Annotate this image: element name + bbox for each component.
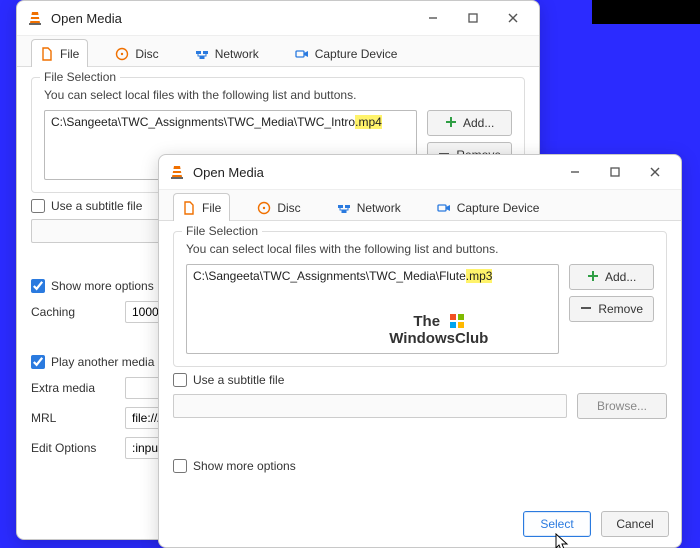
- use-subtitle-label: Use a subtitle file: [193, 373, 284, 387]
- select-label: Select: [540, 517, 573, 531]
- group-label: File Selection: [182, 224, 262, 238]
- file-icon: [40, 47, 54, 61]
- caching-label: Caching: [31, 305, 117, 319]
- file-selection-hint: You can select local files with the foll…: [44, 88, 512, 102]
- play-another-label: Play another media sy: [51, 355, 170, 369]
- vlc-icon: [27, 10, 43, 26]
- close-button[interactable]: [493, 4, 533, 32]
- tab-disc[interactable]: Disc: [248, 193, 309, 221]
- tab-label: Disc: [135, 47, 158, 61]
- maximize-button[interactable]: [595, 158, 635, 186]
- tab-label: Network: [357, 201, 401, 215]
- titlebar: Open Media: [159, 155, 681, 189]
- tab-label: Capture Device: [315, 47, 398, 61]
- capture-icon: [437, 201, 451, 215]
- open-media-window-2: Open Media File Disc Network Capture Dev…: [158, 154, 682, 548]
- tab-disc[interactable]: Disc: [106, 39, 167, 67]
- mrl-label: MRL: [31, 411, 117, 425]
- tab-label: Capture Device: [457, 201, 540, 215]
- file-selection-hint: You can select local files with the foll…: [186, 242, 654, 256]
- show-more-label: Show more options: [193, 459, 296, 473]
- watermark-line2: WindowsClub: [389, 331, 488, 348]
- use-subtitle-label: Use a subtitle file: [51, 199, 142, 213]
- extra-media-label: Extra media: [31, 381, 117, 395]
- tab-file[interactable]: File: [173, 193, 230, 221]
- disc-icon: [257, 201, 271, 215]
- window-title: Open Media: [51, 11, 413, 26]
- remove-label: Remove: [598, 302, 643, 316]
- select-button[interactable]: Select: [523, 511, 591, 537]
- network-icon: [195, 47, 209, 61]
- group-label: File Selection: [40, 70, 120, 84]
- vlc-icon: [169, 164, 185, 180]
- tab-capture[interactable]: Capture Device: [428, 193, 549, 221]
- plus-icon: [445, 116, 457, 131]
- disc-icon: [115, 47, 129, 61]
- tab-label: File: [202, 201, 221, 215]
- add-button[interactable]: Add...: [569, 264, 654, 290]
- windows-logo-icon: [450, 314, 464, 328]
- window-title: Open Media: [193, 165, 555, 180]
- tab-network[interactable]: Network: [186, 39, 268, 67]
- tab-label: Network: [215, 47, 259, 61]
- file-path-ext-highlight: .mp4: [355, 115, 382, 129]
- cancel-label: Cancel: [616, 517, 653, 531]
- cancel-button[interactable]: Cancel: [601, 511, 669, 537]
- add-button[interactable]: Add...: [427, 110, 512, 136]
- plus-icon: [587, 270, 599, 285]
- source-tabs: File Disc Network Capture Device: [159, 189, 681, 221]
- file-path-prefix: C:\Sangeeta\TWC_Assignments\TWC_Media\TW…: [51, 115, 355, 129]
- browse-label: Browse...: [597, 399, 647, 413]
- file-icon: [182, 201, 196, 215]
- file-selection-group: File Selection You can select local file…: [173, 231, 667, 367]
- edit-options-label: Edit Options: [31, 441, 117, 455]
- watermark: The WindowsClub: [389, 312, 488, 347]
- watermark-line1: The: [413, 313, 440, 330]
- remove-button[interactable]: Remove: [569, 296, 654, 322]
- add-label: Add...: [605, 270, 636, 284]
- tab-capture[interactable]: Capture Device: [286, 39, 407, 67]
- add-label: Add...: [463, 116, 494, 130]
- file-path-ext-highlight: .mp3: [466, 269, 493, 283]
- subtitle-path-input[interactable]: [173, 394, 567, 418]
- network-icon: [337, 201, 351, 215]
- file-path-prefix: C:\Sangeeta\TWC_Assignments\TWC_Media\Fl…: [193, 269, 466, 283]
- minimize-button[interactable]: [413, 4, 453, 32]
- dialog-footer: Select Cancel: [523, 511, 669, 537]
- show-more-options-checkbox[interactable]: Show more options: [173, 459, 667, 473]
- tab-label: File: [60, 47, 79, 61]
- tab-label: Disc: [277, 201, 300, 215]
- tab-file[interactable]: File: [31, 39, 88, 67]
- file-list[interactable]: C:\Sangeeta\TWC_Assignments\TWC_Media\Fl…: [186, 264, 559, 354]
- source-tabs: File Disc Network Capture Device: [17, 35, 539, 67]
- capture-icon: [295, 47, 309, 61]
- tab-network[interactable]: Network: [328, 193, 410, 221]
- show-more-label: Show more options: [51, 279, 154, 293]
- minus-icon: [580, 302, 592, 317]
- browse-button[interactable]: Browse...: [577, 393, 667, 419]
- minimize-button[interactable]: [555, 158, 595, 186]
- use-subtitle-checkbox[interactable]: Use a subtitle file: [173, 373, 667, 387]
- close-button[interactable]: [635, 158, 675, 186]
- titlebar: Open Media: [17, 1, 539, 35]
- maximize-button[interactable]: [453, 4, 493, 32]
- black-corner: [592, 0, 700, 24]
